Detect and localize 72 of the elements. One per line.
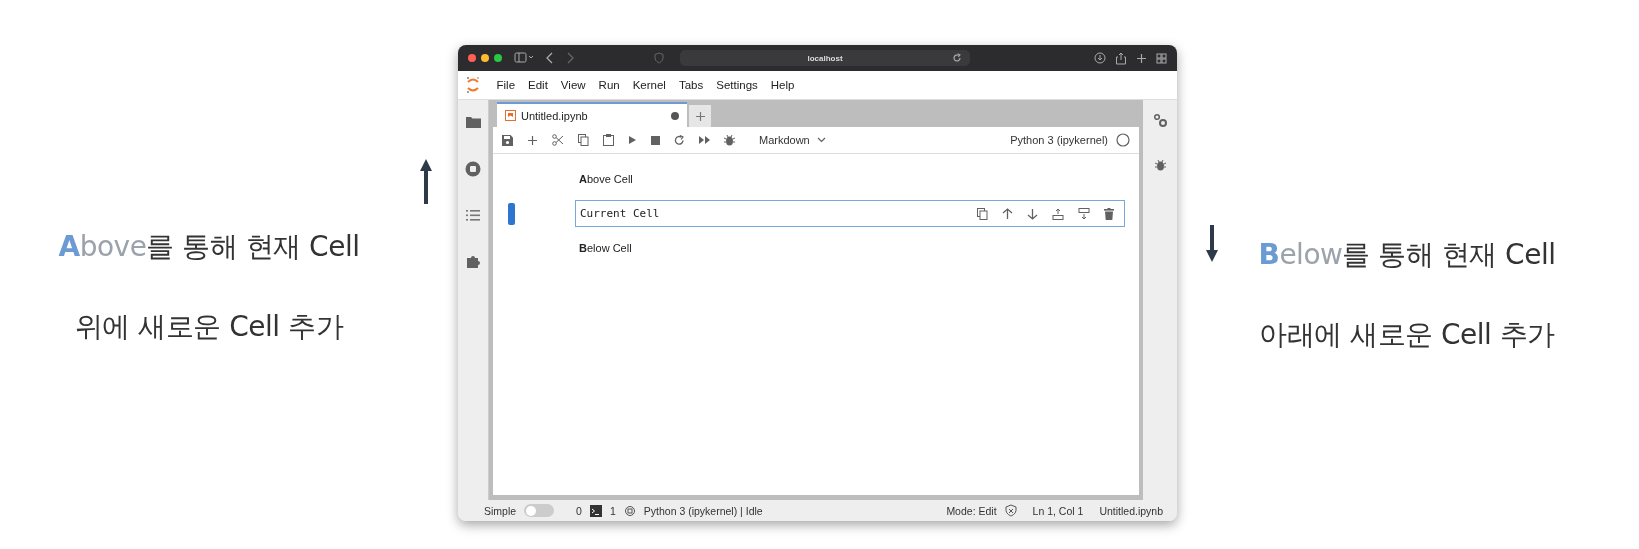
- code-text: Current Cell: [580, 207, 660, 220]
- bug-icon[interactable]: [724, 134, 735, 146]
- move-up-icon[interactable]: [1002, 207, 1013, 220]
- mode-label: Simple: [484, 504, 517, 517]
- file-name: Untitled.ipynb: [1099, 504, 1163, 517]
- chip-icon[interactable]: [623, 504, 636, 517]
- bug-icon[interactable]: [1154, 159, 1166, 171]
- caption-text: 아래에 새로운 Cell 추가: [1259, 317, 1555, 353]
- puzzle-icon[interactable]: [465, 254, 481, 269]
- back-icon[interactable]: [546, 52, 554, 64]
- simple-toggle[interactable]: [524, 504, 555, 517]
- cell-type-dropdown[interactable]: Markdown: [759, 134, 826, 146]
- restart-icon[interactable]: [674, 134, 685, 146]
- stop-circle-icon[interactable]: [465, 161, 481, 177]
- terminal-count[interactable]: 0: [576, 504, 582, 517]
- stop-icon[interactable]: [651, 135, 660, 145]
- share-icon[interactable]: [1115, 51, 1127, 65]
- menu-item[interactable]: Edit: [521, 79, 555, 91]
- kernel-status[interactable]: Python 3 (ipykernel) | Idle: [643, 504, 763, 517]
- menu-item[interactable]: Kernel: [626, 79, 673, 91]
- window-controls-icon[interactable]: [468, 54, 502, 62]
- insert-above-icon[interactable]: [1052, 207, 1064, 220]
- chevron-down-icon: [816, 137, 826, 143]
- shield-icon: [654, 52, 664, 64]
- cut-icon[interactable]: [552, 134, 564, 146]
- markdown-text: Below Cell: [578, 242, 632, 254]
- kernel-status-icon: [1116, 133, 1130, 147]
- caption-text: Above를 통해 현재 Cell: [58, 229, 360, 265]
- menu-item[interactable]: Tabs: [672, 79, 710, 91]
- address-bar[interactable]: localhost: [680, 50, 970, 66]
- copy-icon[interactable]: [578, 134, 589, 146]
- delete-icon[interactable]: [1104, 207, 1114, 220]
- duplicate-icon[interactable]: [977, 207, 988, 220]
- kernel-name[interactable]: Python 3 (ipykernel): [1010, 134, 1108, 146]
- paste-icon[interactable]: [603, 134, 614, 146]
- active-cell-bar[interactable]: [508, 202, 515, 225]
- cursor-position[interactable]: Ln 1, Col 1: [1032, 504, 1084, 517]
- terminal-icon[interactable]: [589, 504, 602, 517]
- menu-item[interactable]: View: [554, 79, 593, 91]
- folder-icon[interactable]: [465, 116, 481, 128]
- fast-forward-icon[interactable]: [699, 136, 710, 144]
- notebook-tab[interactable]: Untitled.ipynb: [497, 102, 687, 127]
- new-tab-button[interactable]: [689, 105, 711, 127]
- gears-icon[interactable]: [1152, 113, 1168, 128]
- shield-icon[interactable]: [1004, 504, 1017, 517]
- menu-item[interactable]: Help: [764, 79, 801, 91]
- plus-icon: [694, 110, 706, 122]
- menu-item[interactable]: Run: [592, 79, 627, 91]
- insert-below-icon[interactable]: [1078, 207, 1090, 220]
- up-arrow-icon: [419, 157, 433, 205]
- caption-text: Below를 통해 현재 Cell: [1258, 237, 1556, 273]
- save-icon[interactable]: [502, 134, 513, 146]
- download-icon[interactable]: [1094, 52, 1106, 64]
- kernel-count[interactable]: 1: [609, 504, 616, 517]
- plus-icon[interactable]: [527, 134, 538, 146]
- menu-item[interactable]: Settings: [709, 79, 765, 91]
- list-icon[interactable]: [466, 210, 480, 221]
- plus-icon[interactable]: [1136, 52, 1147, 64]
- cell-editor[interactable]: Current Cell: [575, 200, 1125, 227]
- menu-item[interactable]: File: [490, 79, 522, 91]
- editor-mode[interactable]: Mode: Edit: [946, 504, 997, 517]
- play-icon[interactable]: [628, 135, 637, 145]
- reload-icon[interactable]: [952, 53, 962, 63]
- notebook-icon: [505, 110, 516, 121]
- sidebar-icon[interactable]: [514, 52, 534, 64]
- down-arrow-icon: [1205, 224, 1219, 264]
- logo-icon[interactable]: [466, 76, 480, 94]
- forward-icon[interactable]: [566, 52, 574, 64]
- move-down-icon[interactable]: [1027, 207, 1038, 220]
- grid-icon[interactable]: [1156, 52, 1167, 64]
- caption-text: 위에 새로운 Cell 추가: [74, 309, 343, 345]
- markdown-text: Above Cell: [578, 173, 633, 185]
